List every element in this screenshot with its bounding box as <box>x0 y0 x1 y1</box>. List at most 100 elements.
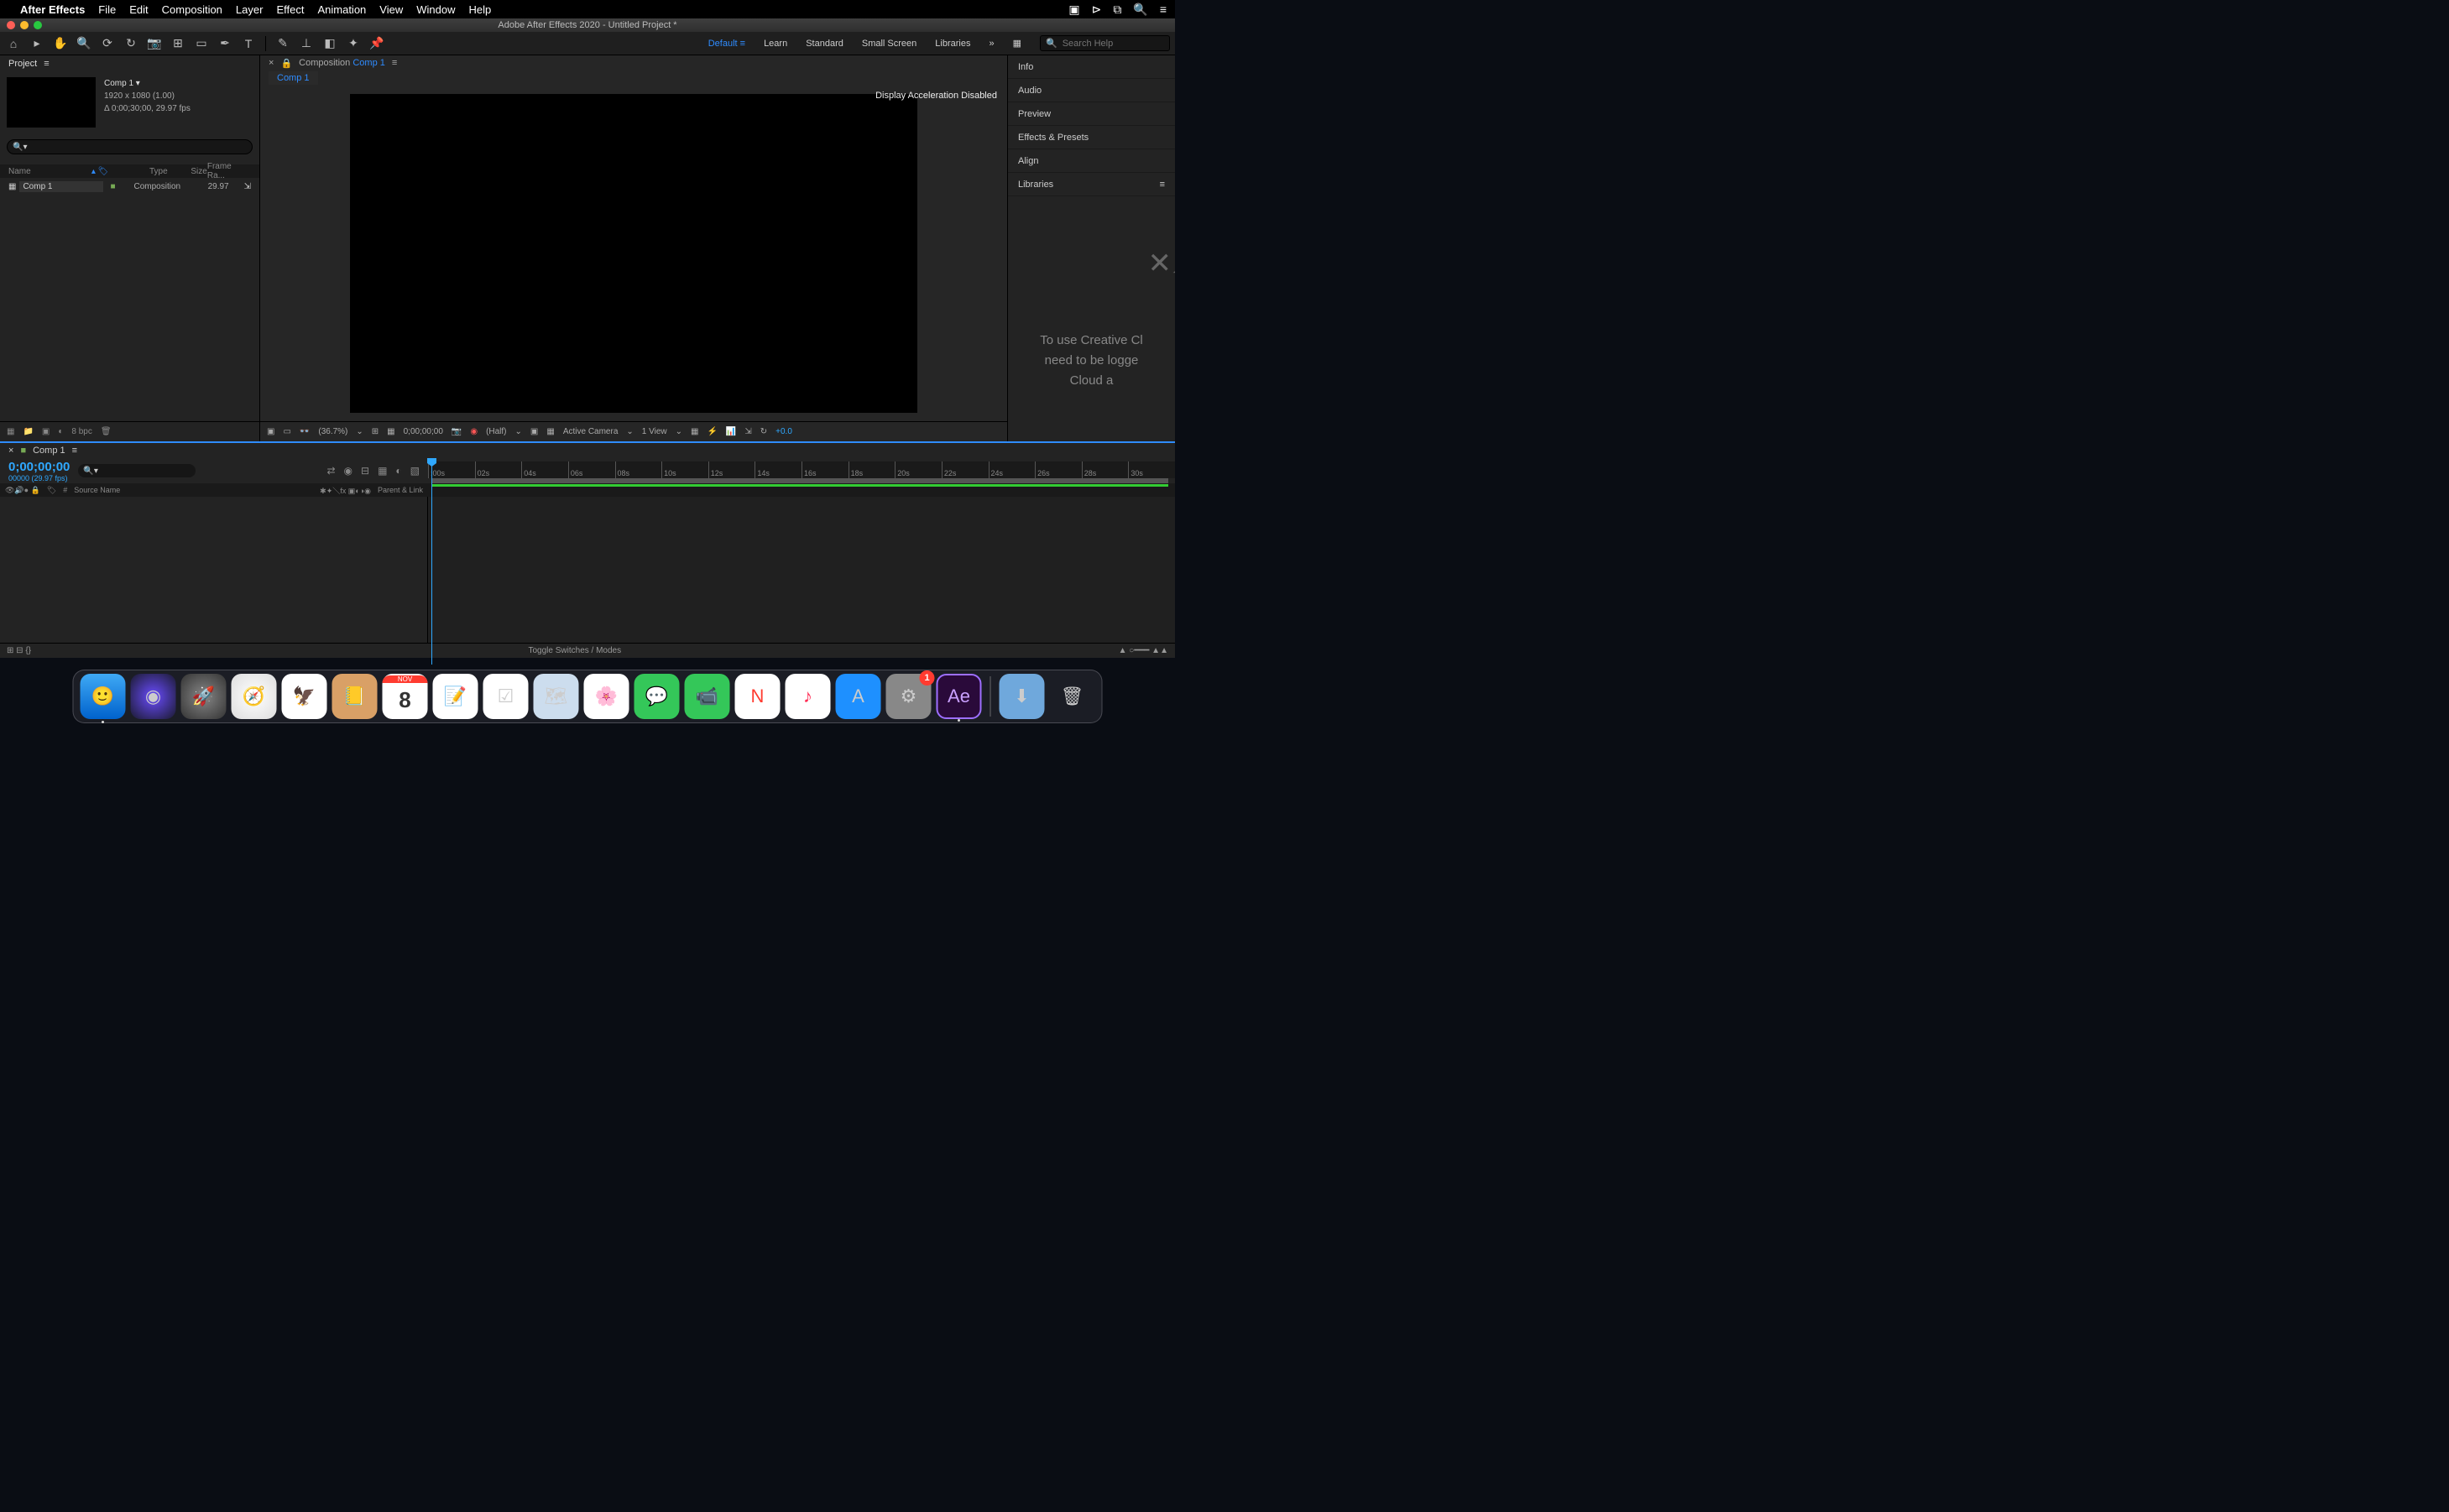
shape-tool-icon[interactable]: ▭ <box>193 35 210 52</box>
workspace-libraries[interactable]: Libraries <box>935 39 970 49</box>
dock-app-maps[interactable]: 🗺 <box>534 674 579 719</box>
search-help-input[interactable] <box>1063 39 1164 49</box>
col-parent[interactable]: Parent & Link <box>378 486 423 494</box>
comp-viewport[interactable]: Display Acceleration Disabled <box>260 86 1007 421</box>
panel-effects-presets[interactable]: Effects & Presets <box>1008 126 1175 149</box>
pixel-aspect-icon[interactable]: ▦ <box>691 427 698 436</box>
label-icon[interactable]: 🏷 <box>47 486 56 495</box>
motion-blur-icon[interactable]: ◐ <box>395 465 401 477</box>
orbit-tool-icon[interactable]: ⟳ <box>99 35 116 52</box>
panel-menu-icon[interactable]: ≡ <box>44 59 49 69</box>
new-folder-icon[interactable]: 📁 <box>23 427 33 436</box>
viewer-grid-icon[interactable]: ⊞ <box>372 427 379 436</box>
new-comp-icon[interactable]: ▣ <box>42 427 50 436</box>
comp-thumbnail[interactable] <box>7 77 96 128</box>
menu-window[interactable]: Window <box>416 3 455 16</box>
graph-editor-icon[interactable]: ▧ <box>410 465 420 477</box>
bluetooth-icon[interactable]: ⊳ <box>1092 3 1102 17</box>
home-icon[interactable]: ⌂ <box>5 35 22 52</box>
av-icons[interactable]: 👁🔊● 🔒 <box>5 486 40 495</box>
chat-icon[interactable]: ▣ <box>1068 3 1079 17</box>
project-search[interactable]: 🔍▾ <box>7 139 253 154</box>
dock-app-downloads[interactable]: ⬇ <box>1000 674 1045 719</box>
workspace-more-icon[interactable]: » <box>989 39 994 49</box>
pan-behind-tool-icon[interactable]: ⊞ <box>170 35 186 52</box>
hand-tool-icon[interactable]: ✋ <box>52 35 69 52</box>
draft3d-icon[interactable]: ◉ <box>344 465 352 477</box>
panel-info[interactable]: Info <box>1008 55 1175 79</box>
channel-icon[interactable]: ◉ <box>470 427 478 436</box>
close-tab-icon[interactable]: × <box>269 58 274 68</box>
dock-app-music[interactable]: ♪ <box>786 674 831 719</box>
dock-app-appstore[interactable]: A <box>836 674 881 719</box>
panel-menu-icon[interactable]: ≡ <box>72 446 77 456</box>
flowchart-icon[interactable]: ⇲ <box>744 427 751 436</box>
project-item-row[interactable]: ▦ Comp 1 ■ Composition 29.97 ⇲ <box>0 178 259 195</box>
timeline-icon[interactable]: 📊 <box>726 427 736 436</box>
panel-audio[interactable]: Audio <box>1008 79 1175 102</box>
puppet-tool-icon[interactable]: 📌 <box>368 35 385 52</box>
lock-icon[interactable]: 🔒 <box>280 58 292 69</box>
project-tab[interactable]: Project <box>8 59 37 69</box>
viewer-timecode[interactable]: 0;00;00;00 <box>404 427 443 436</box>
spotlight-icon[interactable]: 🔍 <box>1133 3 1147 17</box>
timeline-tracks[interactable] <box>428 497 1175 643</box>
color-depth-icon[interactable]: ◐ <box>58 427 63 436</box>
zoom-level[interactable]: (36.7%) <box>318 427 347 436</box>
transparency-grid-icon[interactable]: ▦ <box>546 427 554 436</box>
screen-mirror-icon[interactable]: ⧉ <box>1113 3 1121 17</box>
window-minimize-button[interactable] <box>20 21 29 29</box>
window-maximize-button[interactable] <box>34 21 42 29</box>
viewer-glasses-icon[interactable]: 👓 <box>300 427 310 436</box>
switches-icons[interactable]: ✱✦＼fx ▣◐◑◉ <box>320 485 371 496</box>
roi-icon[interactable]: ▣ <box>530 427 538 436</box>
clone-stamp-tool-icon[interactable]: ⊥ <box>298 35 315 52</box>
dock-app-finder[interactable]: 🙂 <box>81 674 126 719</box>
res-menu-icon[interactable]: ⌄ <box>515 427 522 436</box>
viewer-mask-icon[interactable]: ▭ <box>283 427 290 436</box>
dock-app-safari[interactable]: 🧭 <box>232 674 277 719</box>
col-size[interactable]: Size <box>191 167 206 176</box>
dock-app-messages[interactable]: 💬 <box>634 674 680 719</box>
roto-brush-tool-icon[interactable]: ✦ <box>345 35 362 52</box>
menu-layer[interactable]: Layer <box>236 3 264 16</box>
rotation-tool-icon[interactable]: ↻ <box>123 35 139 52</box>
dock-app-trash[interactable]: 🗑 <box>1050 674 1095 719</box>
zoom-tool-icon[interactable]: 🔍 <box>76 35 92 52</box>
col-name[interactable]: Name <box>8 167 91 176</box>
viewer-guides-icon[interactable]: ▦ <box>387 427 394 436</box>
panel-menu-icon[interactable]: ≡ <box>392 58 397 68</box>
timeline-footer-icons[interactable]: ⊞ ⊟ {} <box>0 646 38 655</box>
resolution-dropdown[interactable]: (Half) <box>486 427 506 436</box>
dock-app-mail[interactable]: 🦅 <box>282 674 327 719</box>
timeline-tab[interactable]: Comp 1 <box>33 446 65 456</box>
trash-icon[interactable]: 🗑 <box>101 427 112 436</box>
dock-app-launchpad[interactable]: 🚀 <box>181 674 227 719</box>
dock-app-reminders[interactable]: ☑ <box>483 674 529 719</box>
workspace-standard[interactable]: Standard <box>806 39 843 49</box>
menu-animation[interactable]: Animation <box>317 3 366 16</box>
view-dropdown[interactable]: 1 View <box>642 427 667 436</box>
dock-app-after-effects[interactable]: Ae <box>937 674 982 719</box>
bpc-label[interactable]: 8 bpc <box>71 427 91 436</box>
zoom-menu-icon[interactable]: ⌄ <box>356 427 363 436</box>
brush-tool-icon[interactable]: ✎ <box>274 35 291 52</box>
frame-blend-icon[interactable]: ▦ <box>378 465 387 477</box>
app-name[interactable]: After Effects <box>20 3 85 16</box>
workspace-panel-icon[interactable]: ▦ <box>1013 38 1021 49</box>
pen-tool-icon[interactable]: ✒ <box>217 35 233 52</box>
timeline-ruler-area[interactable]: :00s02s04s06s08s10s12s14s16s18s20s22s24s… <box>428 458 1175 483</box>
current-timecode[interactable]: 0;00;00;00 <box>8 460 70 474</box>
playhead[interactable] <box>431 458 432 665</box>
comp-tab-label[interactable]: Composition Comp 1 <box>299 58 385 68</box>
close-tab-icon[interactable]: × <box>8 446 13 456</box>
dock-app-siri[interactable]: ◉ <box>131 674 176 719</box>
menu-composition[interactable]: Composition <box>162 3 222 16</box>
col-source[interactable]: Source Name <box>74 486 120 494</box>
panel-menu-icon[interactable]: ≡ <box>1160 180 1165 190</box>
camera-tool-icon[interactable]: 📷 <box>146 35 163 52</box>
window-close-button[interactable] <box>7 21 15 29</box>
workspace-default[interactable]: Default ≡ <box>708 39 745 49</box>
timeline-search[interactable]: 🔍▾ <box>78 464 196 477</box>
camera-dropdown[interactable]: Active Camera <box>563 427 619 436</box>
